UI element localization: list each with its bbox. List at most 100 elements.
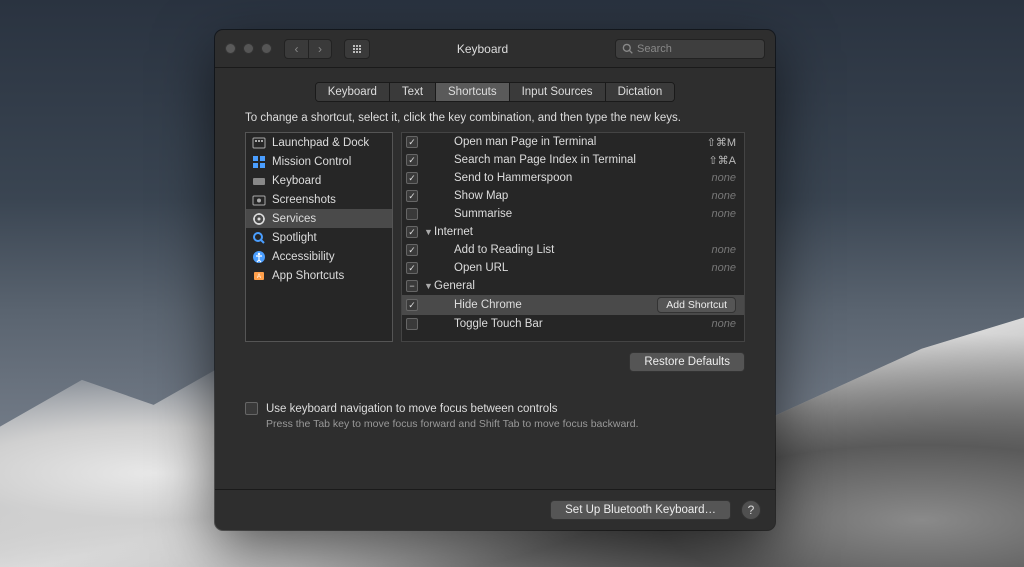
mission-icon [252, 155, 266, 169]
shortcut-label: Hide Chrome [454, 299, 657, 311]
tab-bar: KeyboardTextShortcutsInput SourcesDictat… [215, 82, 775, 102]
titlebar: ‹ › Keyboard Search [215, 30, 775, 68]
appshort-icon: A [252, 269, 266, 283]
category-launchpad-dock[interactable]: Launchpad & Dock [246, 133, 392, 152]
show-all-button[interactable] [344, 39, 370, 59]
restore-defaults-button[interactable]: Restore Defaults [629, 352, 745, 372]
category-app-shortcuts[interactable]: A App Shortcuts [246, 266, 392, 285]
shortcut-none: none [712, 172, 736, 184]
minimize-icon[interactable] [243, 43, 254, 54]
shortcut-none: none [712, 244, 736, 256]
shortcut-label: General [434, 280, 736, 292]
bottom-bar: Set Up Bluetooth Keyboard… ? [215, 489, 775, 530]
shortcut-item[interactable]: Hide ChromeAdd Shortcut [402, 295, 744, 315]
shortcut-label: Show Map [454, 190, 712, 202]
shortcut-item[interactable]: Open man Page in Terminal⇧⌘M [402, 133, 744, 151]
tab-input-sources[interactable]: Input Sources [510, 83, 606, 101]
shortcut-label: Summarise [454, 208, 712, 220]
preferences-window: ‹ › Keyboard Search KeyboardTextShortcut… [215, 30, 775, 530]
tab-keyboard[interactable]: Keyboard [316, 83, 390, 101]
shortcut-keys: ⇧⌘M [707, 136, 736, 149]
category-label: Services [272, 213, 316, 225]
category-label: App Shortcuts [272, 270, 344, 282]
checkbox[interactable] [406, 190, 418, 202]
category-label: Accessibility [272, 251, 335, 263]
shortcut-label: Search man Page Index in Terminal [454, 154, 708, 166]
search-field[interactable]: Search [615, 39, 765, 59]
shortcut-label: Open URL [454, 262, 712, 274]
search-icon [622, 43, 633, 54]
checkbox[interactable] [406, 172, 418, 184]
checkbox[interactable] [406, 318, 418, 330]
shortcut-item[interactable]: Toggle Touch Barnone [402, 315, 744, 333]
shortcut-label: Toggle Touch Bar [454, 318, 712, 330]
back-button[interactable]: ‹ [284, 39, 308, 59]
shortcuts-panels: Launchpad & Dock Mission Control Keyboard S… [215, 132, 775, 342]
forward-button[interactable]: › [308, 39, 332, 59]
shortcut-keys: ⇧⌘A [708, 154, 736, 167]
checkbox[interactable] [406, 299, 418, 311]
shortcut-group[interactable]: ▼General [402, 277, 744, 295]
shortcut-item[interactable]: Summarisenone [402, 205, 744, 223]
shortcut-item[interactable]: Show Mapnone [402, 187, 744, 205]
category-list[interactable]: Launchpad & Dock Mission Control Keyboard S… [245, 132, 393, 342]
keyboard-nav-label: Use keyboard navigation to move focus be… [266, 403, 558, 415]
checkbox[interactable] [406, 244, 418, 256]
category-services[interactable]: Services [246, 209, 392, 228]
add-shortcut-button[interactable]: Add Shortcut [657, 297, 736, 313]
help-button[interactable]: ? [741, 500, 761, 520]
tab-text[interactable]: Text [390, 83, 436, 101]
shortcut-item[interactable]: Search man Page Index in Terminal⇧⌘A [402, 151, 744, 169]
category-label: Spotlight [272, 232, 317, 244]
checkbox[interactable] [406, 208, 418, 220]
launchpad-icon [252, 136, 266, 150]
instruction-text: To change a shortcut, select it, click t… [215, 112, 775, 132]
shortcut-none: none [712, 318, 736, 330]
shortcut-item[interactable]: Send to Hammerspoonnone [402, 169, 744, 187]
shortcut-group[interactable]: ▼Internet [402, 223, 744, 241]
screenshot-icon [252, 193, 266, 207]
keyboard-nav-checkbox[interactable]: Use keyboard navigation to move focus be… [245, 402, 745, 415]
checkbox[interactable] [406, 226, 418, 238]
window-title: Keyboard [378, 42, 607, 56]
grid-icon [353, 45, 361, 53]
shortcut-label: Internet [434, 226, 736, 238]
shortcut-list[interactable]: Open man Page in Terminal⇧⌘MSearch man P… [401, 132, 745, 342]
category-label: Mission Control [272, 156, 351, 168]
keyboard-nav-hint: Press the Tab key to move focus forward … [266, 418, 745, 430]
shortcut-item[interactable]: Open URLnone [402, 259, 744, 277]
shortcut-none: none [712, 262, 736, 274]
zoom-icon[interactable] [261, 43, 272, 54]
disclosure-icon[interactable]: ▼ [424, 227, 432, 237]
category-screenshots[interactable]: Screenshots [246, 190, 392, 209]
svg-text:A: A [257, 274, 261, 280]
checkbox[interactable] [406, 280, 418, 292]
window-controls [225, 43, 272, 54]
category-keyboard[interactable]: Keyboard [246, 171, 392, 190]
shortcut-none: none [712, 190, 736, 202]
shortcut-label: Open man Page in Terminal [454, 136, 707, 148]
keyboard-icon [252, 174, 266, 188]
shortcut-none: none [712, 208, 736, 220]
checkbox[interactable] [406, 136, 418, 148]
accessibility-icon [252, 250, 266, 264]
checkbox[interactable] [406, 154, 418, 166]
tab-shortcuts[interactable]: Shortcuts [436, 83, 510, 101]
category-spotlight[interactable]: Spotlight [246, 228, 392, 247]
disclosure-icon[interactable]: ▼ [424, 281, 432, 291]
tab-dictation[interactable]: Dictation [606, 83, 675, 101]
category-mission-control[interactable]: Mission Control [246, 152, 392, 171]
services-icon [252, 212, 266, 226]
search-placeholder: Search [637, 43, 672, 55]
category-label: Screenshots [272, 194, 336, 206]
category-accessibility[interactable]: Accessibility [246, 247, 392, 266]
bluetooth-keyboard-button[interactable]: Set Up Bluetooth Keyboard… [550, 500, 731, 520]
checkbox[interactable] [406, 262, 418, 274]
close-icon[interactable] [225, 43, 236, 54]
shortcut-label: Send to Hammerspoon [454, 172, 712, 184]
category-label: Launchpad & Dock [272, 137, 369, 149]
category-label: Keyboard [272, 175, 321, 187]
spotlight-icon [252, 231, 266, 245]
shortcut-label: Add to Reading List [454, 244, 712, 256]
shortcut-item[interactable]: Add to Reading Listnone [402, 241, 744, 259]
